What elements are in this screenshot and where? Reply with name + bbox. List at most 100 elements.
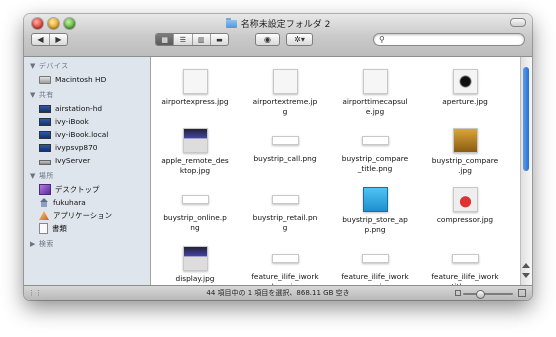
back-button[interactable]: ◀ [32,34,49,45]
file-item[interactable]: airporttimecapsul e.jpg [334,69,416,117]
file-name-label: airportexpress.jpg [161,97,229,106]
sidebar-header-shared[interactable]: ▼ 共有 [30,90,150,100]
file-name-label: feature_ilife_iwork _new.jpg [341,272,409,285]
sidebar-header-devices[interactable]: ▼ デバイス [30,61,150,71]
file-thumbnail-icon [451,254,479,263]
file-thumbnail-icon [362,69,388,94]
sidebar-item-applications[interactable]: アプリケーション [24,209,150,222]
file-name-label: display.jpg [175,274,215,283]
disclosure-triangle-icon[interactable]: ▼ [30,62,36,70]
sidebar-item-macintosh-hd[interactable]: Macintosh HD [24,73,150,86]
quick-look-button[interactable]: ◉ [255,33,280,46]
file-item[interactable]: feature_ilife_iwork _hero.jpg [244,246,326,285]
icon-size-slider[interactable] [463,290,513,299]
desktop-icon [39,184,51,195]
file-name-label: buystrip_compare .jpg [431,156,499,175]
file-name-label: feature_ilife_iwork _title.png [431,272,499,285]
icon-view-button[interactable]: ▦ [156,34,174,45]
folder-icon [225,17,237,28]
disclosure-triangle-icon[interactable]: ▼ [30,91,36,99]
small-icon-size-icon [455,290,461,296]
file-name-label: airportextreme.jp g [252,97,318,116]
window-title: 名称未設定フォルダ 2 [24,17,532,30]
file-item[interactable]: buystrip_call.png [244,128,326,164]
coverflow-view-button[interactable]: ▬ [209,34,228,45]
monitor-icon [39,117,51,126]
sidebar-item-desktop[interactable]: デスクトップ [24,183,150,196]
sidebar-item-documents[interactable]: 書類 [24,222,150,235]
file-thumbnail-icon [181,195,209,204]
back-forward-group: ◀ ▶ [31,33,68,46]
file-thumbnail-icon [271,136,299,145]
file-thumbnail-icon [271,195,299,204]
icon-size-slider-knob[interactable] [475,290,485,299]
file-item[interactable]: buystrip_online.p ng [154,187,236,233]
file-name-label: aperture.jpg [442,97,488,106]
file-name-label: compressor.jpg [436,215,494,224]
file-name-label: airporttimecapsul e.jpg [342,97,408,116]
sidebar-item-ivy-ibook-local[interactable]: ivy-iBook.local [24,128,150,141]
search-field[interactable]: ⚲ [373,33,525,46]
file-thumbnail-icon [361,136,389,145]
forward-button[interactable]: ▶ [49,34,67,45]
file-item[interactable]: buystrip_store_ap p.png [334,187,416,235]
sidebar: ▼ デバイス Macintosh HD ▼ 共有 airstation-hd i… [24,57,151,285]
file-item[interactable]: compressor.jpg [424,187,506,225]
file-thumbnail-icon [272,69,298,94]
sidebar-header-search[interactable]: ▶ 検索 [30,239,150,249]
file-thumbnail-icon [182,246,208,271]
file-name-label: buystrip_online.p ng [163,213,227,232]
hard-drive-icon [39,75,51,84]
documents-icon [39,223,48,234]
file-thumbnail-icon [452,187,478,212]
file-item[interactable]: aperture.jpg [424,69,506,107]
file-thumbnail-icon [271,254,299,263]
scroll-up-arrow-icon[interactable] [522,263,530,268]
large-icon-size-icon [518,289,526,297]
toolbar-toggle-button[interactable] [510,18,526,27]
scroll-down-arrow-icon[interactable] [522,273,530,278]
file-thumbnail-icon [362,187,388,212]
applications-icon [39,211,49,220]
server-icon [39,159,51,165]
column-view-button[interactable]: ▥ [191,34,210,45]
file-item[interactable]: feature_ilife_iwork _title.png [424,246,506,285]
sidebar-item-ivypsvp870[interactable]: ivypsvp870 [24,141,150,154]
file-item[interactable]: buystrip_compare _title.png [334,128,416,174]
file-item[interactable]: buystrip_retail.pn g [244,187,326,233]
disclosure-triangle-icon[interactable]: ▶ [30,240,36,248]
file-name-label: buystrip_call.png [253,154,317,163]
disclosure-triangle-icon[interactable]: ▼ [30,172,36,180]
vertical-scrollbar[interactable] [520,57,532,285]
sidebar-item-airstation-hd[interactable]: airstation-hd [24,102,150,115]
file-name-label: buystrip_retail.pn g [252,213,318,232]
status-bar: ⋮⋮ 44 項目中の 1 項目を選択、868.11 GB 空き [24,285,532,300]
scrollbar-thumb[interactable] [523,67,529,171]
view-mode-group: ▦ ☰ ▥ ▬ [155,33,229,46]
sidebar-item-home[interactable]: fukuhara [24,196,150,209]
monitor-icon [39,104,51,113]
file-item[interactable]: display.jpg [154,246,236,284]
search-icon: ⚲ [379,35,385,44]
file-item[interactable]: feature_ilife_iwork _new.jpg [334,246,416,285]
file-name-label: buystrip_store_ap p.png [342,215,408,234]
home-icon [39,198,49,207]
eye-icon: ◉ [264,35,271,44]
monitor-icon [39,143,51,152]
file-item[interactable]: apple_remote_des ktop.jpg [154,128,236,176]
file-thumbnail-icon [452,128,478,153]
titlebar: 名称未設定フォルダ 2 ◀ ▶ ▦ ☰ ▥ ▬ ◉ ✲▾ ⚲ [24,14,532,57]
file-item[interactable]: buystrip_compare .jpg [424,128,506,176]
file-name-label: apple_remote_des ktop.jpg [161,156,229,175]
file-thumbnail-icon [182,69,208,94]
file-thumbnail-icon [452,69,478,94]
file-item[interactable]: airportexpress.jpg [154,69,236,107]
sidebar-item-ivy-ibook[interactable]: ivy-iBook [24,115,150,128]
file-item[interactable]: airportextreme.jp g [244,69,326,117]
list-view-button[interactable]: ☰ [173,34,191,45]
sidebar-header-places[interactable]: ▼ 場所 [30,171,150,181]
file-name-label: feature_ilife_iwork _hero.jpg [251,272,319,285]
action-menu-button[interactable]: ✲▾ [286,33,313,46]
file-thumbnail-icon [182,128,208,153]
sidebar-item-ivyserver[interactable]: IvyServer [24,154,150,167]
